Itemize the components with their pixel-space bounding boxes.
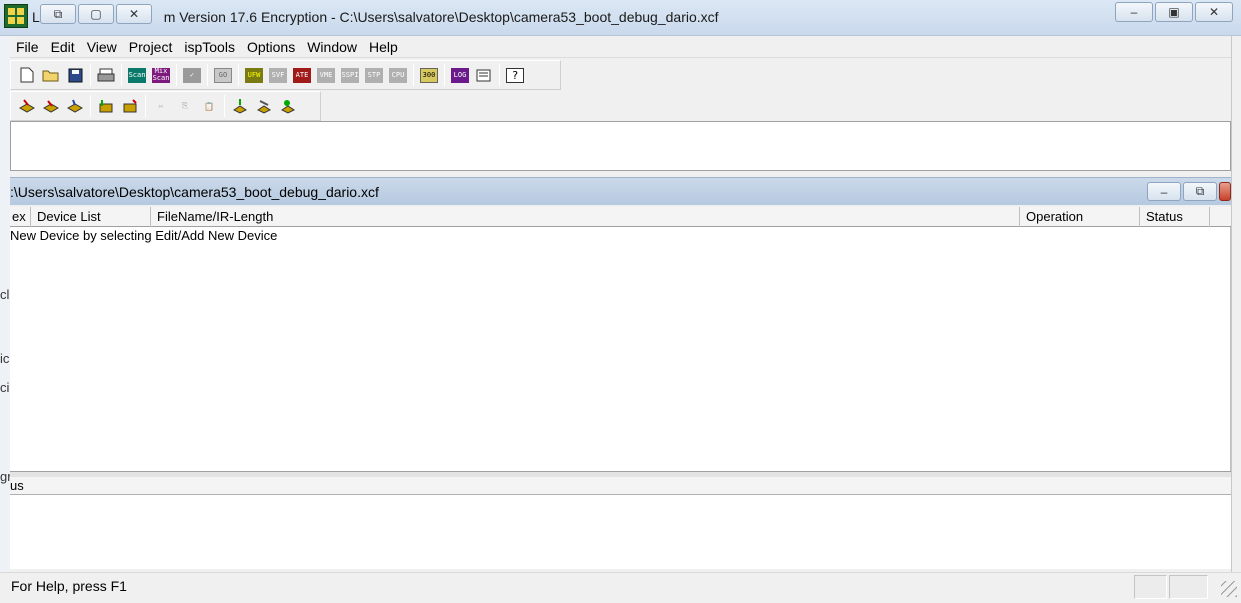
column-operation[interactable]: Operation (1020, 207, 1140, 227)
verify-icon[interactable]: ✓ (181, 64, 203, 86)
resize-grip-icon[interactable] (1221, 581, 1237, 597)
column-device-list[interactable]: Device List (31, 207, 151, 227)
stp-icon[interactable]: STP (363, 64, 385, 86)
print-icon[interactable] (95, 64, 117, 86)
status-bar: For Help, press F1 (0, 572, 1241, 603)
properties-icon[interactable] (473, 64, 495, 86)
paste-icon[interactable]: 📋 (198, 95, 220, 117)
move-up-icon[interactable] (229, 95, 251, 117)
leak-text: gr (0, 469, 10, 484)
remove-device-icon[interactable] (119, 95, 141, 117)
log-icon[interactable]: LOG (449, 64, 471, 86)
column-filename[interactable]: FileName/IR-Length (151, 207, 1020, 227)
main-toolbar: Scan Mix Scan ✓ GO UFW SVF ATE VME SSPI … (10, 60, 561, 90)
cpu-icon[interactable]: CPU (387, 64, 409, 86)
save-icon[interactable] (64, 64, 86, 86)
close-icon[interactable]: ✕ (116, 4, 152, 24)
menu-project[interactable]: Project (123, 37, 179, 57)
menu-options[interactable]: Options (241, 37, 301, 57)
chip-red-icon[interactable] (16, 95, 38, 117)
menu-edit[interactable]: Edit (45, 37, 81, 57)
menu-isptools[interactable]: ispTools (178, 37, 241, 57)
menu-file[interactable]: File (10, 37, 45, 57)
status-text: For Help, press F1 (11, 578, 127, 594)
menu-bar: File Edit View Project ispTools Options … (10, 36, 1231, 58)
device-table-body[interactable]: New Device by selecting Edit/Add New Dev… (10, 227, 1231, 471)
thumbnail-controls: ⧉ ▢ ✕ (40, 4, 152, 24)
chain-icon[interactable] (277, 95, 299, 117)
window-controls: – ▣ ✕ (1115, 2, 1233, 22)
status-pane-2 (1169, 575, 1208, 599)
move-down-icon[interactable] (253, 95, 275, 117)
menu-window[interactable]: Window (301, 37, 363, 57)
cascade-icon[interactable]: ⧉ (40, 4, 76, 24)
leak-text: ic (0, 351, 10, 366)
mixed-scan-icon[interactable]: Mix Scan (150, 64, 172, 86)
sspi-icon[interactable]: SSPI (339, 64, 361, 86)
minimize-button[interactable]: – (1115, 2, 1153, 22)
chip-red-2-icon[interactable] (40, 95, 62, 117)
column-index[interactable]: ex (10, 207, 31, 227)
model300-icon[interactable]: 300 (418, 64, 440, 86)
vme-icon[interactable]: VME (315, 64, 337, 86)
background-window-strip: cl ic ci gr (0, 0, 10, 603)
device-table-header: ex Device List FileName/IR-Length Operat… (10, 207, 1231, 227)
device-toolbar: ✂ ⎘ 📋 (10, 91, 321, 121)
add-device-icon[interactable] (95, 95, 117, 117)
output-pane (10, 495, 1231, 569)
open-folder-icon[interactable] (40, 64, 62, 86)
child-window-controls: – ⧉ (1147, 182, 1231, 201)
child-window-titlebar[interactable]: :\Users\salvatore\Desktop\camera53_boot_… (10, 177, 1231, 205)
ate-icon[interactable]: ATE (291, 64, 313, 86)
restore-icon[interactable]: ▢ (78, 4, 114, 24)
svf-icon[interactable]: SVF (267, 64, 289, 86)
close-button[interactable]: ✕ (1195, 2, 1233, 22)
upper-pane (10, 121, 1231, 171)
empty-hint: New Device by selecting Edit/Add New Dev… (10, 228, 278, 243)
leak-text: ci (0, 380, 10, 395)
menu-view[interactable]: View (81, 37, 123, 57)
right-edge (1231, 36, 1241, 572)
copy-icon[interactable]: ⎘ (174, 95, 196, 117)
child-close-button[interactable] (1219, 182, 1231, 201)
child-minimize-button[interactable]: – (1147, 182, 1181, 201)
column-status[interactable]: Status (1140, 207, 1210, 227)
leak-text: cl (0, 287, 10, 302)
scan-icon[interactable]: Scan (126, 64, 148, 86)
output-header: us (10, 477, 1231, 495)
new-file-icon[interactable] (16, 64, 38, 86)
status-pane-1 (1134, 575, 1167, 599)
menu-help[interactable]: Help (363, 37, 404, 57)
child-window-title: :\Users\salvatore\Desktop\camera53_boot_… (10, 184, 379, 200)
chip-blue-icon[interactable] (64, 95, 86, 117)
ufw-icon[interactable]: UFW (243, 64, 265, 86)
go-icon[interactable]: GO (212, 64, 234, 86)
cut-icon[interactable]: ✂ (150, 95, 172, 117)
window-titlebar[interactable]: L. m Version 17.6 Encryption - C:\Users\s… (0, 0, 1241, 36)
child-restore-button[interactable]: ⧉ (1183, 182, 1217, 201)
help-icon[interactable]: ? (504, 64, 526, 86)
app-icon (4, 4, 28, 28)
maximize-button[interactable]: ▣ (1155, 2, 1193, 22)
